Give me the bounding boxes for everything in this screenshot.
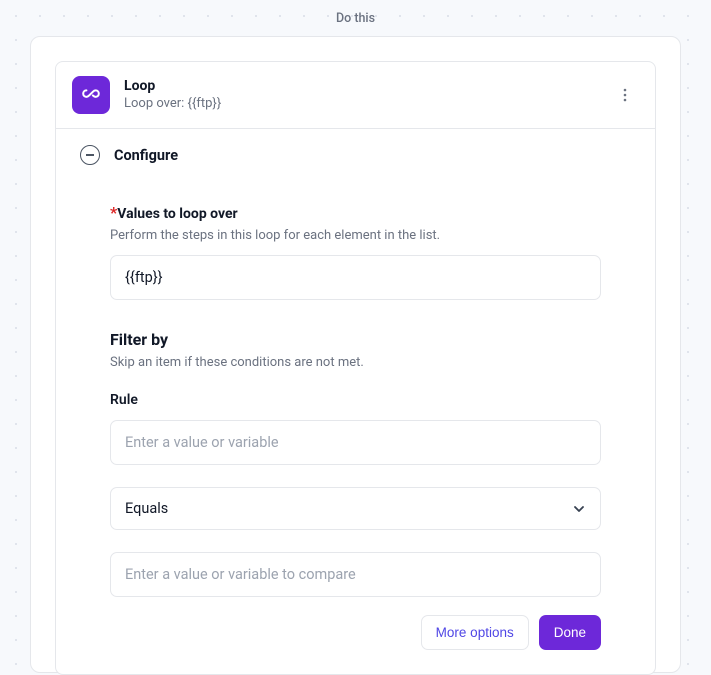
values-field-label: Values to loop over	[117, 206, 237, 222]
minus-icon	[86, 154, 94, 156]
node-header: Loop Loop over: {{ftp}}	[56, 62, 655, 128]
kebab-icon	[617, 87, 633, 103]
loop-icon	[72, 76, 110, 114]
stage-label: Do this	[0, 0, 711, 36]
footer-actions: More options Done	[110, 615, 601, 650]
configure-title: Configure	[114, 147, 178, 164]
more-options-button[interactable]: More options	[421, 615, 529, 650]
operator-selected-label: Equals	[110, 487, 601, 530]
values-field-help: Perform the steps in this loop for each …	[110, 228, 601, 243]
done-button[interactable]: Done	[539, 615, 601, 650]
node-title: Loop	[124, 77, 597, 95]
rule-label: Rule	[110, 392, 601, 408]
values-input[interactable]	[110, 255, 601, 300]
collapse-toggle[interactable]	[80, 145, 100, 165]
rule-value-input[interactable]	[110, 420, 601, 465]
configure-body: *Values to loop over Perform the steps i…	[56, 175, 655, 674]
filter-section-help: Skip an item if these conditions are not…	[110, 355, 601, 370]
node-subtitle: Loop over: {{ftp}}	[124, 96, 597, 113]
configure-header: Configure	[56, 129, 655, 175]
values-field-label-row: *Values to loop over	[110, 203, 601, 222]
step-container: Loop Loop over: {{ftp}} Configure *Value…	[30, 36, 681, 673]
node-menu-button[interactable]	[611, 81, 639, 109]
filter-section-title: Filter by	[110, 330, 601, 349]
rule-compare-input[interactable]	[110, 552, 601, 597]
operator-select[interactable]: Equals	[110, 487, 601, 530]
loop-node-card: Loop Loop over: {{ftp}} Configure *Value…	[55, 61, 656, 675]
